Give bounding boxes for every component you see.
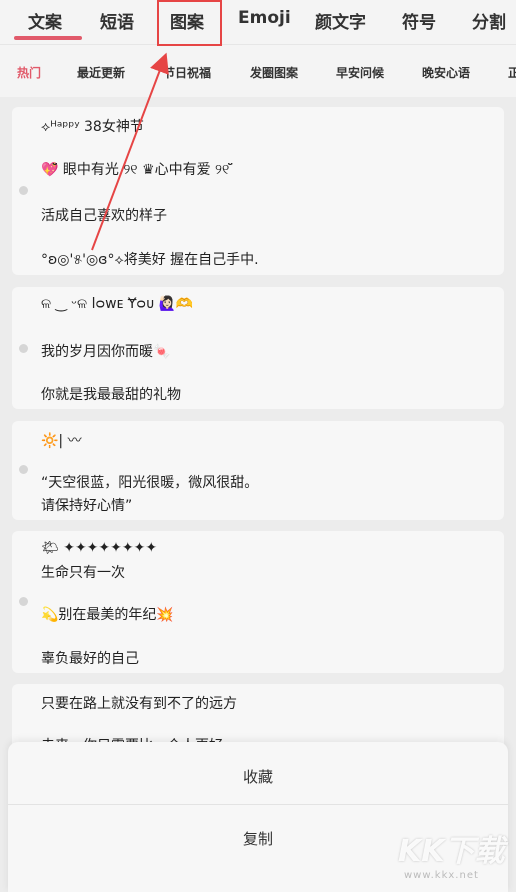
watermark-url: www.kkx.net bbox=[404, 870, 479, 881]
watermark-brand: KK下载 bbox=[398, 834, 505, 869]
favorite-button[interactable]: 收藏 bbox=[8, 766, 508, 787]
watermark-logo: KK下载 www.kkx.net bbox=[398, 826, 516, 886]
divider bbox=[8, 804, 508, 805]
